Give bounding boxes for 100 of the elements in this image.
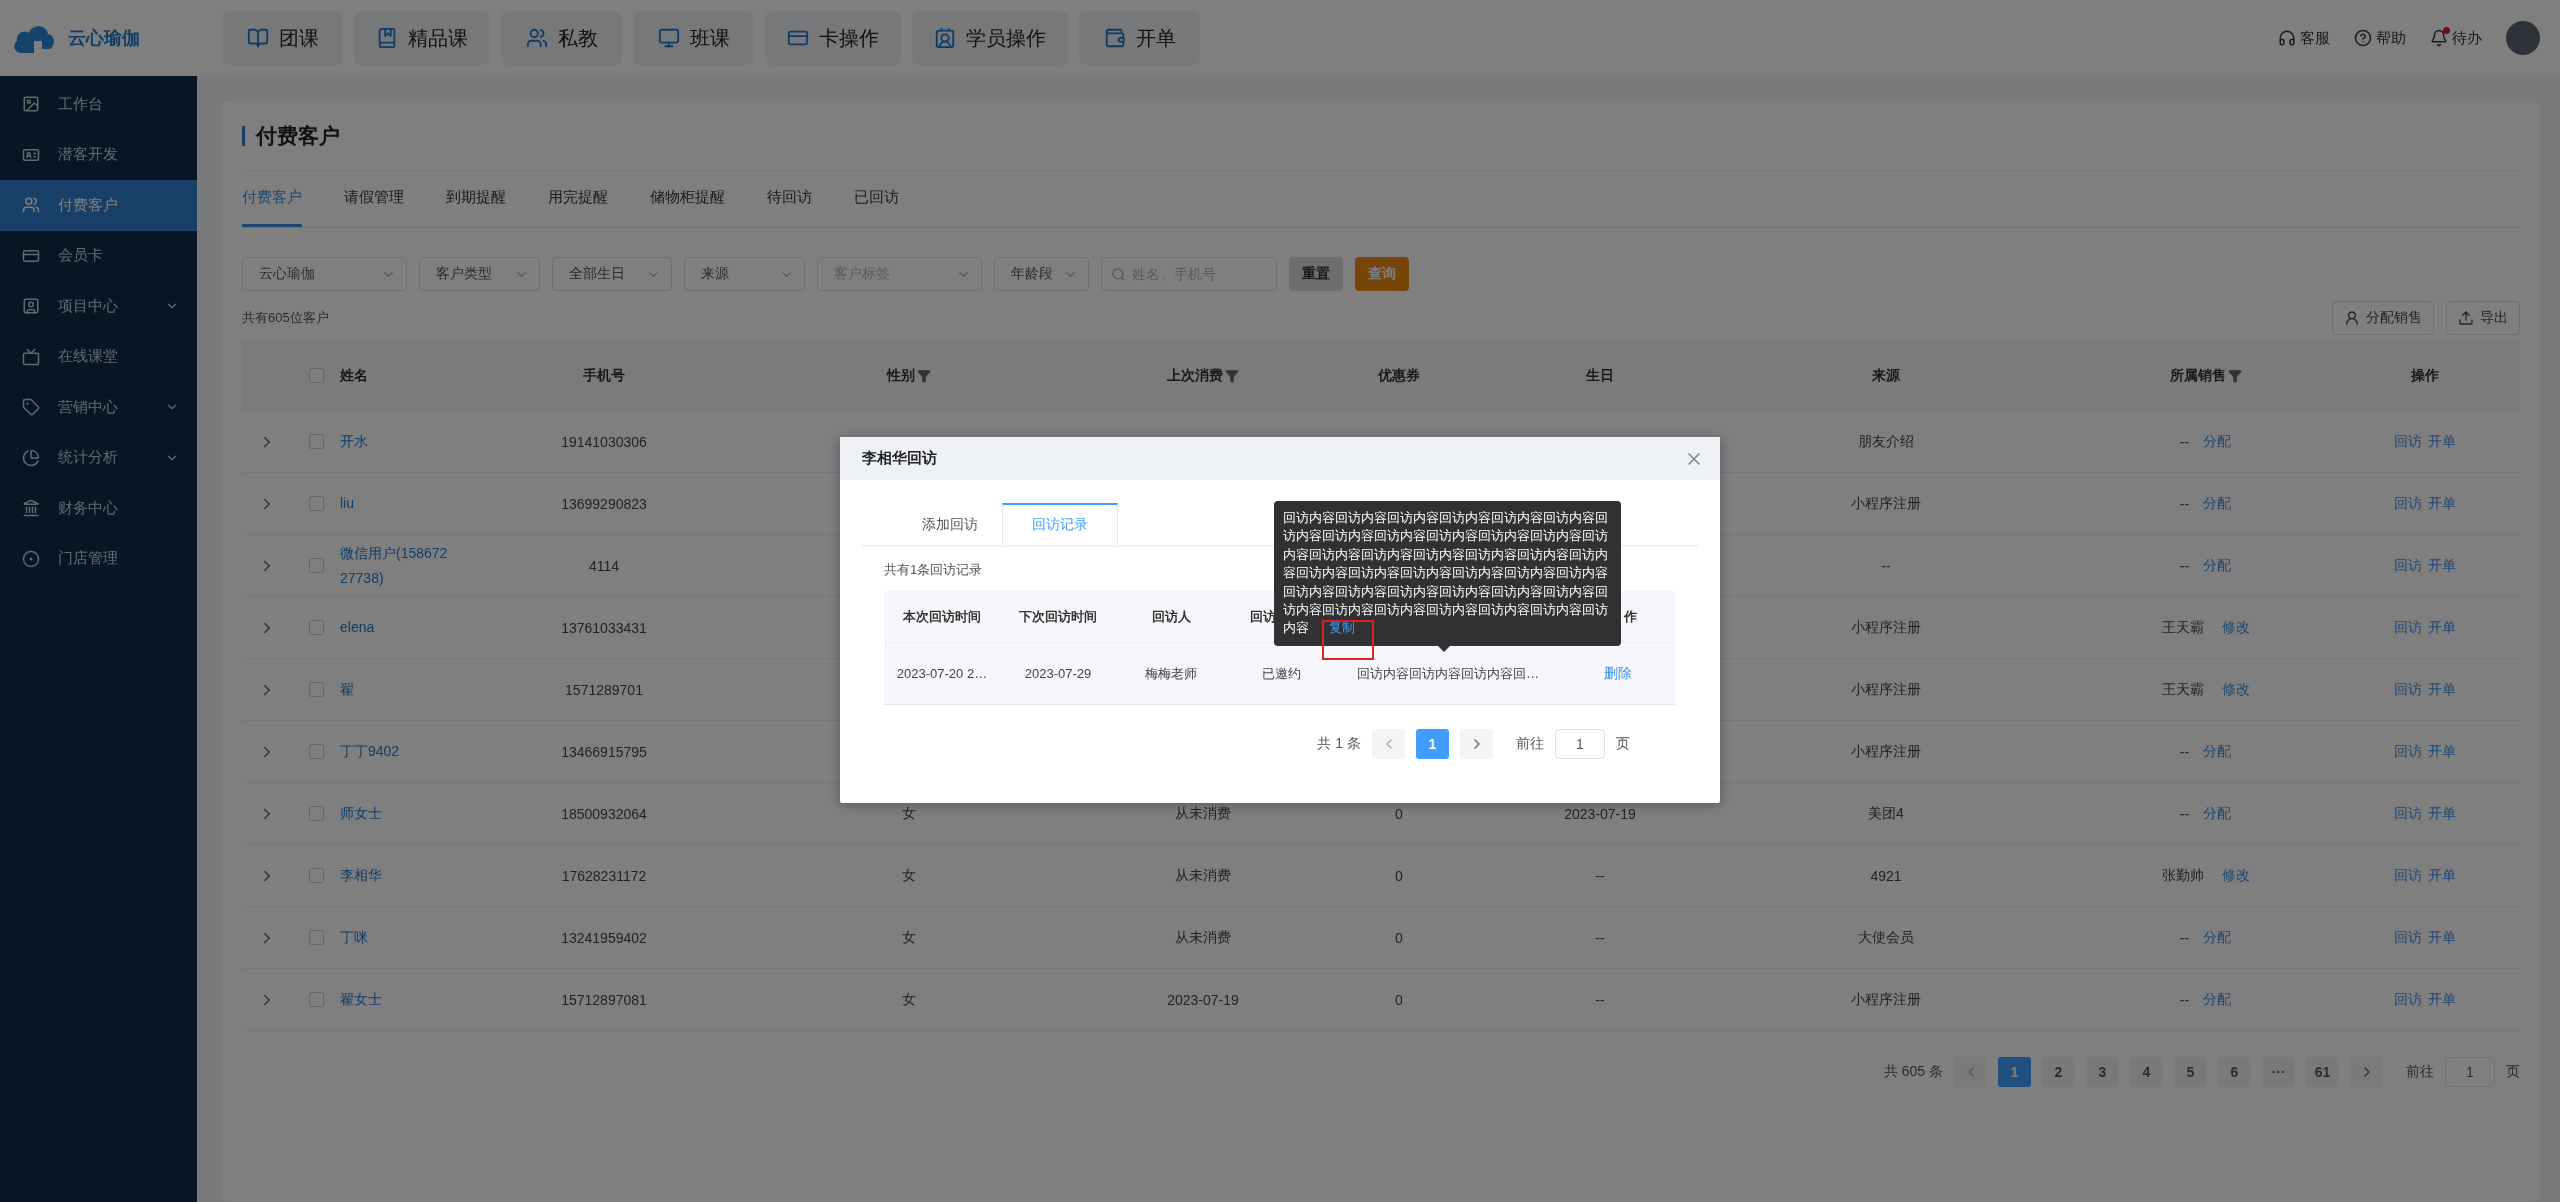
page-button[interactable]: 4 <box>2130 1057 2163 1087</box>
sales-action-link[interactable]: 分配 <box>2203 742 2232 761</box>
nav-button[interactable]: 团课 <box>222 11 343 65</box>
user-avatar[interactable] <box>2506 21 2540 55</box>
sales-action-link[interactable]: 分配 <box>2203 990 2232 1009</box>
row-action-link[interactable]: 开单 <box>2428 432 2456 451</box>
customer-name-link[interactable]: 丁咪 <box>340 925 368 950</box>
customer-name-link[interactable]: elena <box>340 615 375 640</box>
sidebar-item[interactable]: 统计分析 <box>0 432 197 483</box>
header-action[interactable]: 客服 <box>2278 28 2330 48</box>
row-action-link[interactable]: 开单 <box>2428 990 2456 1009</box>
query-button[interactable]: 查询 <box>1355 257 1409 291</box>
row-action-link[interactable]: 回访 <box>2394 866 2422 885</box>
page-button[interactable]: 1 <box>1416 729 1449 759</box>
page-button[interactable]: 5 <box>2174 1057 2207 1087</box>
row-checkbox[interactable] <box>308 434 324 449</box>
page-button[interactable]: 3 <box>2086 1057 2119 1087</box>
tab[interactable]: 付费客户 <box>242 171 302 227</box>
tab[interactable]: 储物柜提醒 <box>650 171 725 227</box>
customer-name-link[interactable]: 师女士 <box>340 801 382 826</box>
row-action-link[interactable]: 开单 <box>2428 494 2456 513</box>
sidebar-item[interactable]: 付费客户 <box>0 180 197 231</box>
page-button[interactable]: 2 <box>2042 1057 2075 1087</box>
row-checkbox[interactable] <box>308 992 324 1007</box>
tab[interactable]: 用完提醒 <box>548 171 608 227</box>
sidebar-item[interactable]: 会员卡 <box>0 230 197 281</box>
row-checkbox[interactable] <box>308 620 324 635</box>
filter-select[interactable]: 年龄段 <box>994 257 1089 291</box>
row-action-link[interactable]: 回访 <box>2394 680 2422 699</box>
filter-select[interactable]: 客户类型 <box>419 257 540 291</box>
row-checkbox[interactable] <box>308 930 324 945</box>
row-action-link[interactable]: 回访 <box>2394 494 2422 513</box>
row-checkbox[interactable] <box>308 496 324 511</box>
row-action-link[interactable]: 回访 <box>2394 928 2422 947</box>
customer-name-link[interactable]: 李相华 <box>340 863 382 888</box>
nav-button[interactable]: 私教 <box>501 11 622 65</box>
nav-button[interactable]: 卡操作 <box>765 11 901 65</box>
row-action-link[interactable]: 开单 <box>2428 804 2456 823</box>
reset-button[interactable]: 重置 <box>1289 257 1343 291</box>
row-action-link[interactable]: 开单 <box>2428 618 2456 637</box>
filter-select[interactable]: 云心瑜伽 <box>242 257 407 291</box>
sidebar-item[interactable]: 营销中心 <box>0 382 197 433</box>
tab[interactable]: 请假管理 <box>344 171 404 227</box>
copy-link[interactable]: 复制 <box>1329 620 1355 636</box>
sales-action-link[interactable]: 分配 <box>2203 556 2232 575</box>
sales-action-link[interactable]: 分配 <box>2203 804 2232 823</box>
nav-button[interactable]: 班课 <box>633 11 754 65</box>
page-button[interactable]: 1 <box>1998 1057 2031 1087</box>
customer-name-link[interactable]: liu <box>340 491 354 516</box>
header-action[interactable]: 待办 <box>2430 28 2482 48</box>
dialog-tab[interactable]: 回访记录 <box>1002 503 1118 545</box>
row-action-link[interactable]: 开单 <box>2428 928 2456 947</box>
sales-action-link[interactable]: 分配 <box>2203 494 2232 513</box>
sidebar-item[interactable]: 门店管理 <box>0 533 197 584</box>
customer-name-link[interactable]: 开水 <box>340 429 368 454</box>
filter-icon[interactable] <box>1225 368 1239 383</box>
page-input[interactable]: 1 <box>1555 729 1605 759</box>
filter-select[interactable]: 全部生日 <box>552 257 672 291</box>
header-action[interactable]: 帮助 <box>2354 28 2406 48</box>
next-page-button[interactable] <box>1460 729 1493 759</box>
customer-name-link[interactable]: 翟女士 <box>340 987 382 1012</box>
row-action-link[interactable]: 开单 <box>2428 866 2456 885</box>
sidebar-item[interactable]: 财务中心 <box>0 483 197 534</box>
row-action-link[interactable]: 回访 <box>2394 432 2422 451</box>
row-action-link[interactable]: 回访 <box>2394 618 2422 637</box>
sidebar-item[interactable]: 工作台 <box>0 79 197 130</box>
filter-icon[interactable] <box>917 368 931 383</box>
next-page-button[interactable] <box>2350 1057 2383 1087</box>
sidebar-item[interactable]: 项目中心 <box>0 281 197 332</box>
toolbar-button[interactable]: 分配销售 <box>2332 301 2434 335</box>
tab[interactable]: 已回访 <box>854 171 899 227</box>
customer-name-link[interactable]: 丁丁9402 <box>340 739 400 764</box>
row-action-link[interactable]: 回访 <box>2394 990 2422 1009</box>
customer-name-link[interactable]: 微信用户(15867227738) <box>340 540 455 591</box>
row-action-link[interactable]: 回访 <box>2394 804 2422 823</box>
select-all-checkbox[interactable] <box>308 368 324 383</box>
customer-name-link[interactable]: 翟 <box>340 677 354 702</box>
sales-action-link[interactable]: 分配 <box>2203 432 2232 451</box>
sidebar-item[interactable]: 潜客开发 <box>0 129 197 180</box>
row-action-link[interactable]: 开单 <box>2428 556 2456 575</box>
tab[interactable]: 待回访 <box>767 171 812 227</box>
nav-button[interactable]: 开单 <box>1079 11 1200 65</box>
row-checkbox[interactable] <box>308 682 324 697</box>
row-checkbox[interactable] <box>308 744 324 759</box>
filter-select[interactable]: 来源 <box>684 257 805 291</box>
page-button[interactable]: 6 <box>2218 1057 2251 1087</box>
toolbar-button[interactable]: 导出 <box>2446 301 2520 335</box>
tab[interactable]: 到期提醒 <box>446 171 506 227</box>
sales-action-link[interactable]: 分配 <box>2203 928 2232 947</box>
row-action-link[interactable]: 开单 <box>2428 742 2456 761</box>
sales-action-link[interactable]: 修改 <box>2221 866 2250 885</box>
nav-button[interactable]: 学员操作 <box>912 11 1068 65</box>
delete-link[interactable]: 删除 <box>1603 664 1632 683</box>
row-checkbox[interactable] <box>308 558 324 573</box>
row-checkbox[interactable] <box>308 868 324 883</box>
page-button[interactable]: ··· <box>2262 1057 2295 1087</box>
page-input[interactable]: 1 <box>2445 1057 2495 1087</box>
row-action-link[interactable]: 回访 <box>2394 742 2422 761</box>
filter-icon[interactable] <box>2227 368 2242 383</box>
nav-button[interactable]: 精品课 <box>354 11 490 65</box>
